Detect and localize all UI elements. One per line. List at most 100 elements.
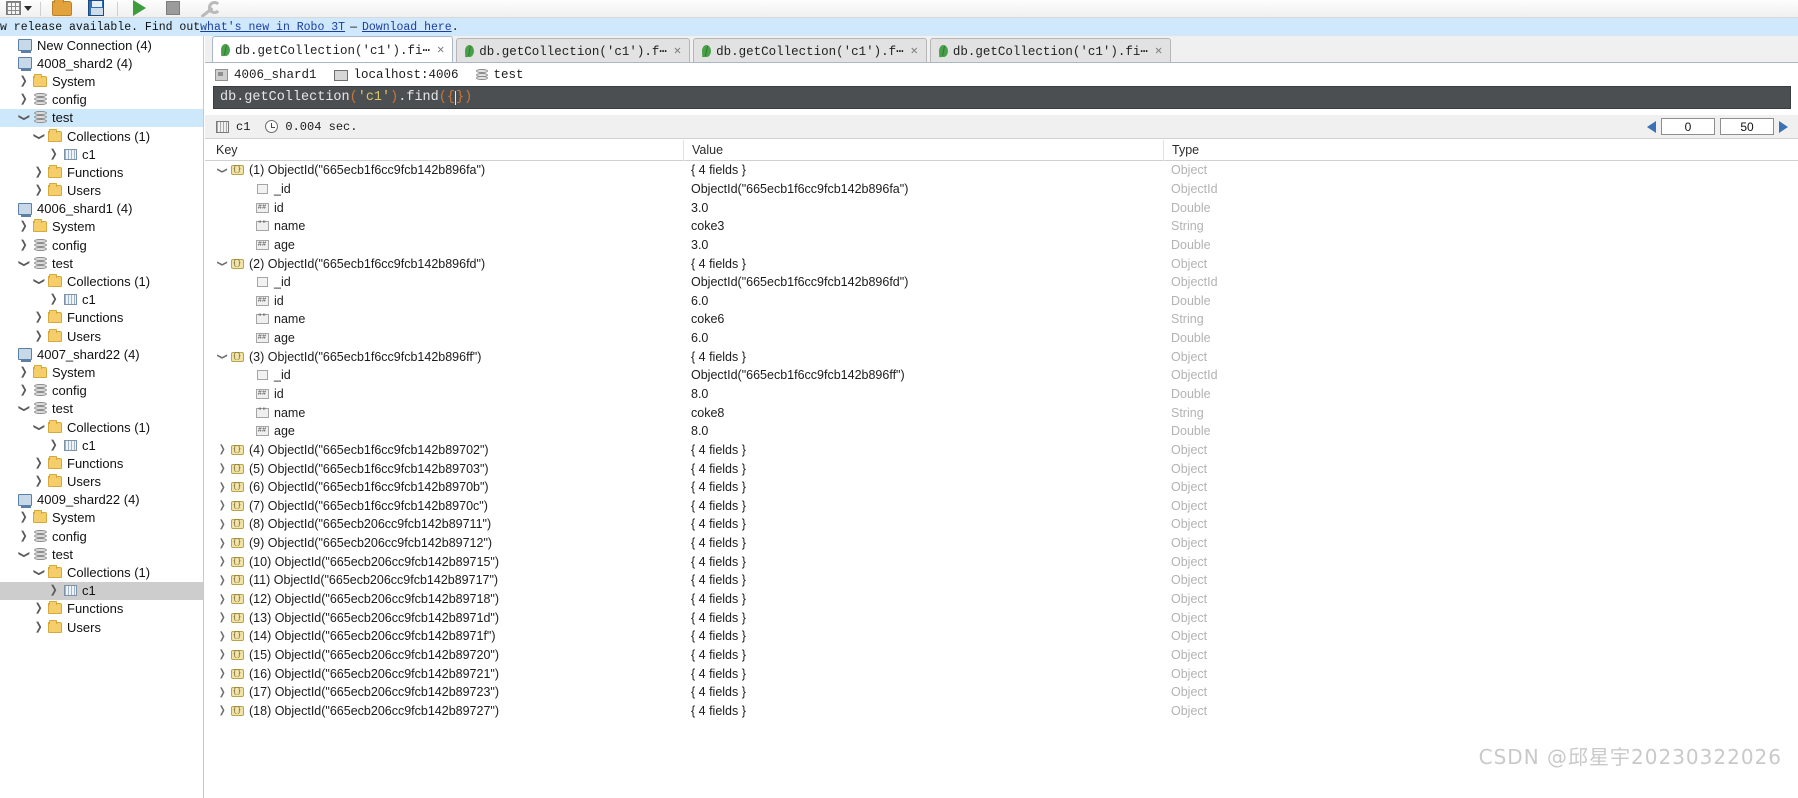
sidebar-item-test[interactable]: ❯ test <box>0 108 203 127</box>
sidebar-item-config[interactable]: ❯ config <box>0 382 203 400</box>
chevron-right-icon[interactable]: ❯ <box>32 330 46 342</box>
chevron-right-icon[interactable]: ❯ <box>32 621 46 633</box>
page-start-input[interactable]: 0 <box>1661 118 1715 135</box>
table-row[interactable]: "" name coke6 String <box>205 310 1798 329</box>
chevron-right-icon[interactable]: ❯ <box>216 538 229 549</box>
table-row[interactable]: ## id 8.0 Double <box>205 385 1798 404</box>
table-row[interactable]: ## age 8.0 Double <box>205 422 1798 441</box>
chevron-right-icon[interactable]: ❯ <box>47 294 61 305</box>
chevron-down-icon[interactable]: ❯ <box>17 549 31 560</box>
chevron-right-icon[interactable]: ❯ <box>17 221 31 232</box>
chevron-right-icon[interactable]: ❯ <box>216 500 229 511</box>
query-tab-4[interactable]: db.getCollection('c1').fi⋯ ✕ <box>929 38 1172 62</box>
sidebar-item-c1[interactable]: ❯ c1 <box>0 581 203 600</box>
chevron-right-icon[interactable]: ❯ <box>216 649 229 660</box>
chevron-right-icon[interactable]: ❯ <box>17 530 31 542</box>
chevron-right-icon[interactable]: ❯ <box>17 385 31 396</box>
chevron-right-icon[interactable]: ❯ <box>32 166 46 178</box>
table-row[interactable]: ❯{} (4) ObjectId("665ecb1f6cc9fcb142b8970… <box>205 441 1798 460</box>
breadcrumb-shard[interactable]: 4006_shard1 <box>215 68 317 82</box>
grid-dropdown-button[interactable] <box>2 0 36 17</box>
sidebar-item-functions[interactable]: ❯ Functions <box>0 454 203 472</box>
table-row[interactable]: ❯{} (17) ObjectId("665ecb206cc9fcb142b897… <box>205 683 1798 702</box>
table-row[interactable]: ❯{} (7) ObjectId("665ecb1f6cc9fcb142b8970… <box>205 497 1798 516</box>
table-row[interactable]: ❯{} (13) ObjectId("665ecb206cc9fcb142b897… <box>205 608 1798 627</box>
sidebar-item-users[interactable]: ❯ Users <box>0 473 203 491</box>
chevron-right-icon[interactable]: ❯ <box>32 185 46 196</box>
chevron-right-icon[interactable]: ❯ <box>17 512 31 523</box>
previous-page-icon[interactable] <box>1647 120 1656 133</box>
chevron-right-icon[interactable]: ❯ <box>32 312 46 323</box>
chevron-right-icon[interactable]: ❯ <box>216 631 229 642</box>
chevron-down-icon[interactable]: ❯ <box>17 403 31 414</box>
sidebar-item-users[interactable]: ❯ Users <box>0 618 203 636</box>
sidebar-item-c1[interactable]: ❯ c1 <box>0 145 203 163</box>
query-tab-strip[interactable]: db.getCollection('c1').fi⋯ ✕ db.getCollect… <box>205 36 1798 63</box>
chevron-down-icon[interactable]: ❯ <box>32 422 46 433</box>
chevron-right-icon[interactable]: ❯ <box>216 612 229 623</box>
chevron-down-icon[interactable]: ❯ <box>216 165 229 176</box>
chevron-right-icon[interactable]: ❯ <box>216 594 229 605</box>
chevron-right-icon[interactable]: ❯ <box>17 75 31 87</box>
chevron-right-icon[interactable]: ❯ <box>216 556 229 567</box>
table-row[interactable]: ❯{} (18) ObjectId("665ecb206cc9fcb142b897… <box>205 702 1798 721</box>
chevron-right-icon[interactable]: ❯ <box>32 603 46 614</box>
column-header-value[interactable]: Value <box>683 139 1163 161</box>
column-header-key[interactable]: Key <box>205 140 683 161</box>
table-row[interactable]: ❯{} (15) ObjectId("665ecb206cc9fcb142b897… <box>205 646 1798 665</box>
table-row[interactable]: ❯{} (10) ObjectId("665ecb206cc9fcb142b897… <box>205 552 1798 571</box>
table-row[interactable]: ❯{} (2) ObjectId("665ecb1f6cc9fcb142b896f… <box>205 254 1798 273</box>
stop-query-button[interactable] <box>156 0 190 17</box>
results-grid-body[interactable]: ❯{} (1) ObjectId("665ecb1f6cc9fcb142b896f… <box>205 161 1798 798</box>
sidebar-item-c1[interactable]: ❯ c1 <box>0 291 203 309</box>
sidebar-item-system[interactable]: ❯ System <box>0 218 203 236</box>
next-page-icon[interactable] <box>1779 120 1788 133</box>
table-row[interactable]: ## id 6.0 Double <box>205 291 1798 310</box>
sidebar-item-system[interactable]: ❯ System <box>0 509 203 527</box>
table-row[interactable]: ## id 3.0 Double <box>205 198 1798 217</box>
table-row[interactable]: ❯{} (14) ObjectId("665ecb206cc9fcb142b897… <box>205 627 1798 646</box>
sidebar-item-test[interactable]: ❯ test <box>0 545 203 563</box>
sidebar-item-4006-shard1-4[interactable]: 4006_shard1 (4) <box>0 200 203 218</box>
close-icon[interactable]: ✕ <box>674 43 681 58</box>
table-row[interactable]: ❯{} (5) ObjectId("665ecb1f6cc9fcb142b8970… <box>205 459 1798 478</box>
table-row[interactable]: _id ObjectId("665ecb1f6cc9fcb142b896fa") O… <box>205 180 1798 199</box>
table-row[interactable]: ❯{} (6) ObjectId("665ecb1f6cc9fcb142b8970… <box>205 478 1798 497</box>
sidebar-item-collections-1[interactable]: ❯ Collections (1) <box>0 127 203 145</box>
table-row[interactable]: _id ObjectId("665ecb1f6cc9fcb142b896ff") O… <box>205 366 1798 385</box>
chevron-down-icon[interactable]: ❯ <box>32 131 46 142</box>
sidebar-item-collections-1[interactable]: ❯ Collections (1) <box>0 272 203 290</box>
chevron-down-icon[interactable]: ❯ <box>32 276 46 287</box>
save-file-button[interactable] <box>79 0 113 17</box>
table-row[interactable]: ❯{} (8) ObjectId("665ecb206cc9fcb142b8971… <box>205 515 1798 534</box>
sidebar-item-new-connection-4[interactable]: New Connection (4) <box>0 36 203 54</box>
table-row[interactable]: ## age 3.0 Double <box>205 236 1798 255</box>
query-tab-2[interactable]: db.getCollection('c1').f⋯ ✕ <box>456 38 691 62</box>
whats-new-link[interactable]: what's new in Robo 3T <box>200 21 345 34</box>
table-row[interactable]: ## age 6.0 Double <box>205 329 1798 348</box>
chevron-right-icon[interactable]: ❯ <box>47 585 61 596</box>
sidebar-item-config[interactable]: ❯ config <box>0 91 203 109</box>
chevron-right-icon[interactable]: ❯ <box>17 239 31 251</box>
table-row[interactable]: ❯{} (3) ObjectId("665ecb1f6cc9fcb142b896f… <box>205 347 1798 366</box>
sidebar-item-functions[interactable]: ❯ Functions <box>0 309 203 327</box>
sidebar-item-c1[interactable]: ❯ c1 <box>0 436 203 454</box>
table-row[interactable]: "" name coke3 String <box>205 217 1798 236</box>
pagination-controls[interactable]: 0 50 <box>1647 118 1798 135</box>
breadcrumb-host[interactable]: localhost:4006 <box>333 68 459 82</box>
chevron-right-icon[interactable]: ❯ <box>216 463 229 474</box>
table-row[interactable]: ❯{} (12) ObjectId("665ecb206cc9fcb142b897… <box>205 590 1798 609</box>
table-row[interactable]: ❯{} (1) ObjectId("665ecb1f6cc9fcb142b896f… <box>205 161 1798 180</box>
table-row[interactable]: _id ObjectId("665ecb1f6cc9fcb142b896fd") O… <box>205 273 1798 292</box>
chevron-right-icon[interactable]: ❯ <box>216 444 229 455</box>
sidebar-item-collections-1[interactable]: ❯ Collections (1) <box>0 563 203 581</box>
settings-button[interactable] <box>190 0 224 17</box>
close-icon[interactable]: ✕ <box>1155 43 1162 58</box>
chevron-down-icon[interactable]: ❯ <box>17 112 31 123</box>
sidebar-item-4008-shard2-4[interactable]: 4008_shard2 (4) <box>0 54 203 72</box>
table-row[interactable]: "" name coke8 String <box>205 403 1798 422</box>
execute-query-button[interactable] <box>122 0 156 17</box>
chevron-down-icon[interactable]: ❯ <box>17 258 31 269</box>
sidebar-item-collections-1[interactable]: ❯ Collections (1) <box>0 418 203 436</box>
sidebar-item-functions[interactable]: ❯ Functions <box>0 600 203 618</box>
